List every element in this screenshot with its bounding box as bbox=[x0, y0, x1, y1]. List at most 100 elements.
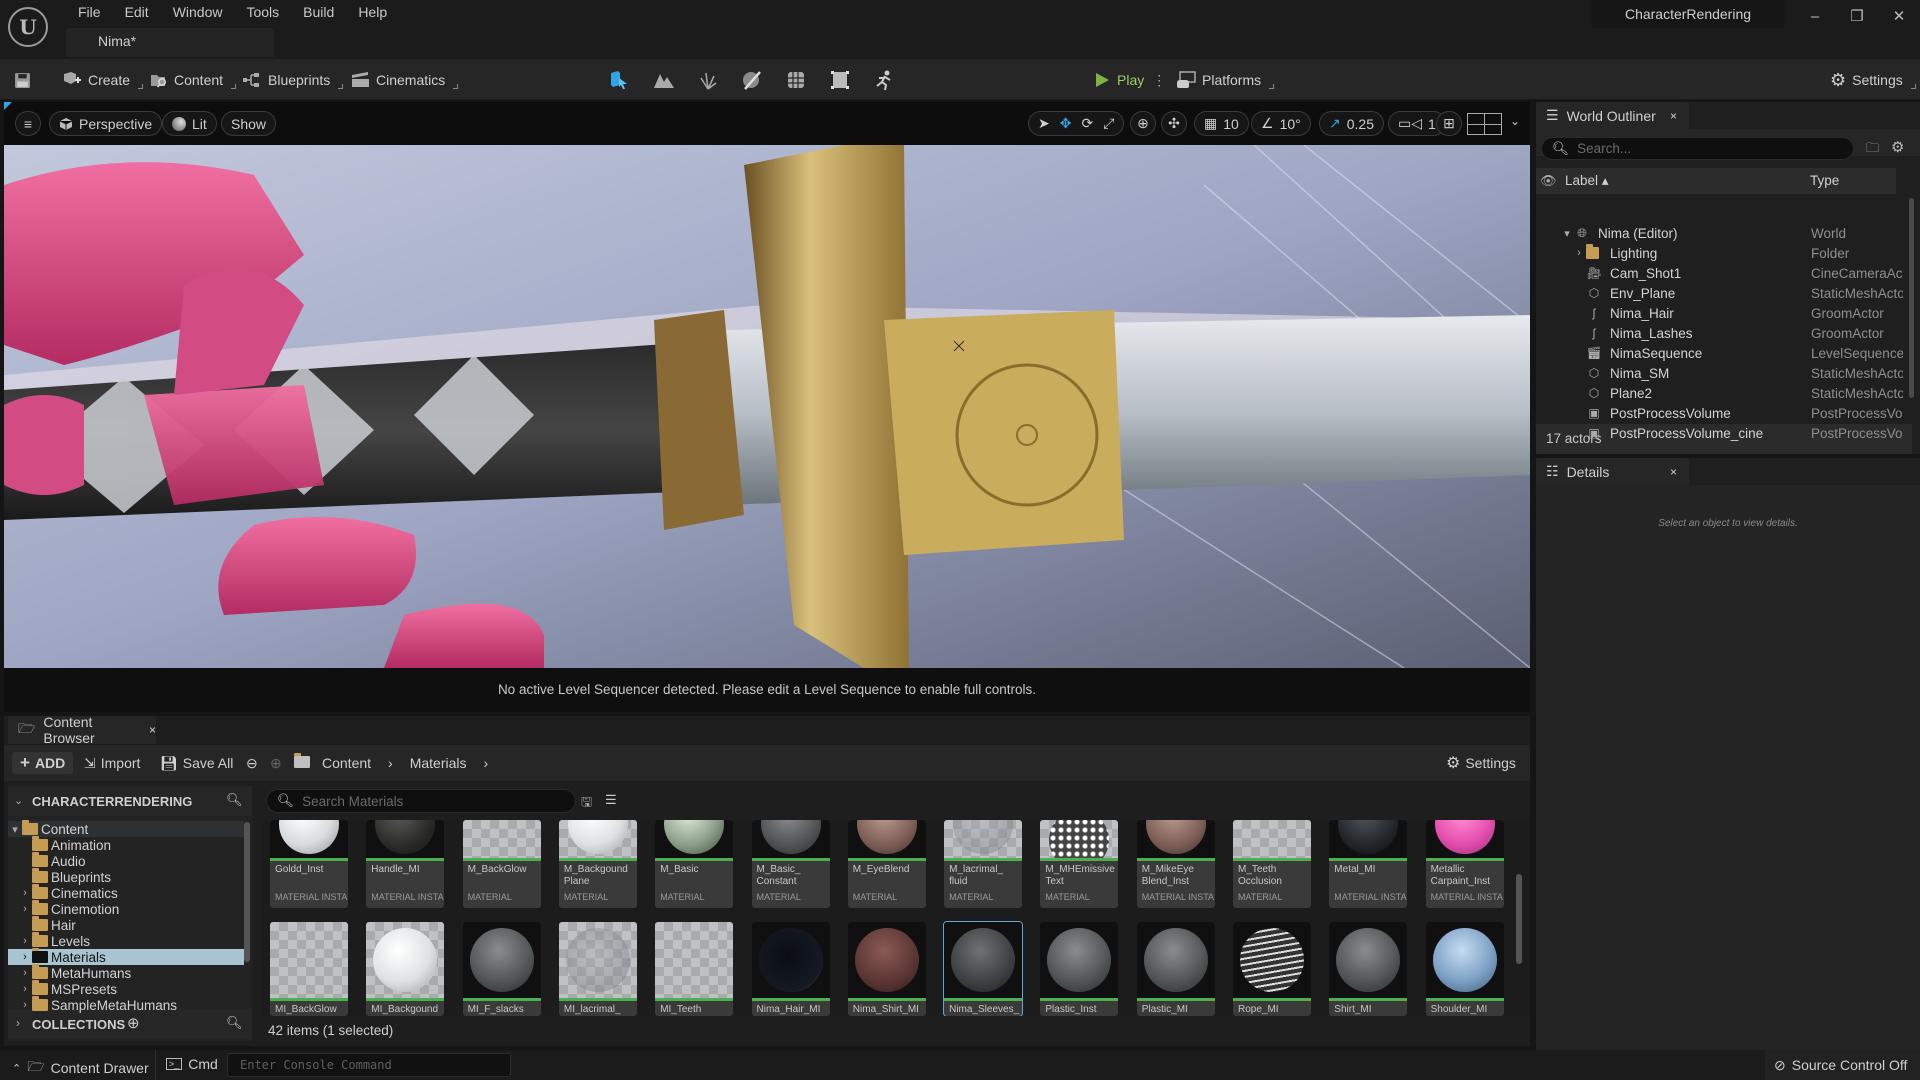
folder-tree-item[interactable]: › Levels bbox=[8, 932, 244, 949]
folder-tree-item[interactable]: Hair bbox=[8, 916, 244, 933]
breadcrumb-content[interactable]: Content bbox=[322, 755, 371, 771]
asset-tile[interactable]: M_BackGlow MATERIAL bbox=[462, 820, 541, 908]
folder-tree-item[interactable]: › MSPresets bbox=[8, 980, 244, 997]
expand-arrow-icon[interactable]: › bbox=[18, 887, 32, 899]
asset-tile[interactable]: MI_F_slacks bbox=[462, 922, 541, 1016]
folder-tree-item[interactable]: › MetaHumans bbox=[8, 964, 244, 981]
asset-tile[interactable]: M_Basic_ Constant MATERIAL bbox=[751, 820, 830, 908]
asset-tile[interactable]: Plastic_Inst bbox=[1040, 922, 1119, 1016]
outliner-scrollbar[interactable] bbox=[1909, 198, 1914, 398]
asset-grid-scrollbar[interactable] bbox=[1516, 874, 1522, 964]
menu-build[interactable]: Build bbox=[291, 3, 346, 21]
asset-tile[interactable]: Rope_MI bbox=[1233, 922, 1311, 1016]
asset-tile[interactable]: Shirt_MI bbox=[1329, 922, 1408, 1016]
level-tab[interactable]: Nima* bbox=[66, 28, 274, 57]
add-folder-icon[interactable]: 🗀 bbox=[1866, 139, 1879, 161]
folder-tree-item[interactable]: ▾ Content bbox=[8, 820, 244, 837]
play-options-icon[interactable]: ⋮ bbox=[1152, 72, 1166, 89]
outliner-row[interactable]: 🎬︎ NimaSequence LevelSequenceActor bbox=[1536, 343, 1906, 363]
show-button[interactable]: Show bbox=[221, 111, 277, 136]
animation-mode-icon[interactable] bbox=[873, 69, 895, 91]
outliner-row[interactable]: ▣ PostProcessVolume_cine PostProcessVolume bbox=[1536, 423, 1906, 443]
select-mode-icon[interactable] bbox=[608, 69, 630, 91]
asset-tile[interactable]: Goldd_Inst MATERIAL INSTA bbox=[270, 820, 348, 908]
menu-tools[interactable]: Tools bbox=[234, 3, 291, 21]
outliner-row[interactable]: ʃ Nima_Hair GroomActor bbox=[1536, 303, 1906, 323]
close-content-browser-icon[interactable]: × bbox=[149, 723, 156, 737]
asset-tile[interactable]: Plastic_MI bbox=[1136, 922, 1215, 1016]
close-outliner-icon[interactable]: × bbox=[1670, 109, 1677, 123]
viewport-menu-button[interactable]: ≡ bbox=[15, 111, 41, 136]
grid-snap-button[interactable]: ▦ 10 bbox=[1194, 111, 1249, 136]
translate-tool-icon[interactable]: ✥ bbox=[1060, 115, 1072, 132]
asset-tile[interactable]: M_MikeEye Blend_Inst MATERIAL INSTA bbox=[1136, 820, 1215, 908]
landscape-mode-icon[interactable] bbox=[653, 69, 675, 91]
import-button[interactable]: ⇲ Import bbox=[84, 752, 140, 774]
folder-tree-item[interactable]: Animation bbox=[8, 836, 244, 853]
history-back-button[interactable]: ⊖ bbox=[246, 752, 258, 774]
lit-button[interactable]: Lit bbox=[162, 111, 217, 136]
asset-tile[interactable]: M_Teeth Occlusion MATERIAL bbox=[1233, 820, 1311, 908]
asset-tile[interactable]: Handle_MI MATERIAL INSTA bbox=[366, 820, 445, 908]
breadcrumb-separator-icon[interactable]: › bbox=[484, 755, 489, 771]
folder-tree-item[interactable]: › Materials bbox=[8, 948, 244, 965]
close-button[interactable]: ✕ bbox=[1884, 6, 1914, 28]
menu-help[interactable]: Help bbox=[346, 3, 399, 21]
source-control-button[interactable]: ⊘ Source Control Off bbox=[1765, 1050, 1920, 1080]
surface-snap-toggle[interactable]: ✣ bbox=[1161, 111, 1187, 136]
folder-tree-item[interactable]: › Cinematics bbox=[8, 884, 244, 901]
outliner-settings-icon[interactable]: ⚙ bbox=[1891, 138, 1904, 156]
menu-file[interactable]: File bbox=[66, 3, 113, 21]
asset-tile[interactable]: M_Backgound Plane MATERIAL bbox=[558, 820, 637, 908]
search-sources-icon[interactable]: 🔍︎ bbox=[226, 792, 243, 808]
brush-edit-mode-icon[interactable] bbox=[829, 69, 851, 91]
asset-tile[interactable]: MI_lacrimal_ bbox=[558, 922, 637, 1016]
label-column-header[interactable]: Label ▴ bbox=[1565, 173, 1609, 189]
expand-arrow-icon[interactable]: › bbox=[18, 983, 32, 995]
outliner-search-input[interactable]: 🔍︎ Search... bbox=[1541, 137, 1854, 160]
cmd-button[interactable]: >_ Cmd bbox=[166, 1056, 218, 1072]
content-drawer-button[interactable]: ⌃ 🗁 Content Drawer bbox=[12, 1056, 149, 1080]
outliner-row[interactable]: › Lighting Folder bbox=[1536, 243, 1906, 263]
details-tab[interactable]: ☷ Details × bbox=[1536, 458, 1689, 485]
asset-tile[interactable]: Metallic Carpaint_Inst MATERIAL INSTA bbox=[1425, 820, 1504, 908]
history-forward-button[interactable]: ⊕ bbox=[270, 752, 282, 774]
mesh-paint-mode-icon[interactable] bbox=[741, 69, 763, 91]
asset-tile[interactable]: Metal_MI MATERIAL INSTA bbox=[1329, 820, 1408, 908]
world-outliner-tab[interactable]: ☰ World Outliner × bbox=[1536, 102, 1689, 129]
breadcrumb-materials[interactable]: Materials bbox=[410, 755, 467, 771]
add-button[interactable]: + ADD bbox=[12, 752, 74, 774]
outliner-row[interactable]: ▣ PostProcessVolume PostProcessVolume bbox=[1536, 403, 1906, 423]
asset-tile[interactable]: MI_Teeth bbox=[655, 922, 734, 1016]
filter-icon[interactable]: ☰ bbox=[605, 792, 617, 808]
close-details-icon[interactable]: × bbox=[1670, 465, 1677, 479]
viewport-split-icon[interactable] bbox=[1467, 113, 1502, 135]
content-button[interactable]: Content bbox=[150, 67, 237, 93]
perspective-button[interactable]: Perspective bbox=[49, 111, 163, 136]
folder-tree-item[interactable]: › SampleMetaHumans bbox=[8, 996, 244, 1013]
create-button[interactable]: Create bbox=[62, 67, 144, 93]
unreal-logo-icon[interactable]: U bbox=[8, 7, 48, 47]
menu-edit[interactable]: Edit bbox=[113, 3, 161, 21]
content-browser-tab[interactable]: 🗁 Content Browser × bbox=[8, 714, 156, 746]
expand-arrow-icon[interactable]: ▾ bbox=[1560, 227, 1574, 240]
asset-tile[interactable]: Nima_Hair_MI bbox=[751, 922, 830, 1016]
asset-tile[interactable]: M_MHEmissive Text MATERIAL bbox=[1040, 820, 1119, 908]
outliner-row[interactable]: ⬡ Nima_SM StaticMeshActor bbox=[1536, 363, 1906, 383]
expand-arrow-icon[interactable]: › bbox=[1572, 247, 1586, 259]
menu-window[interactable]: Window bbox=[161, 3, 235, 21]
scale-tool-icon[interactable]: ⤢ bbox=[1103, 115, 1114, 132]
outliner-row[interactable]: 🎥︎ Cam_Shot1 CineCameraActor bbox=[1536, 263, 1906, 283]
expand-arrow-icon[interactable]: ▾ bbox=[8, 823, 22, 836]
expand-arrow-icon[interactable]: › bbox=[18, 935, 32, 947]
outliner-row[interactable]: ▾ 🌐︎ Nima (Editor) World bbox=[1536, 223, 1906, 243]
folder-tree-item[interactable]: Audio bbox=[8, 852, 244, 869]
settings-button[interactable]: ⚙ Settings bbox=[1830, 67, 1916, 93]
viewport-layout-button[interactable]: ⊞ bbox=[1436, 111, 1462, 136]
collections-header[interactable]: › COLLECTIONS ⊕ 🔍︎ bbox=[8, 1009, 252, 1039]
visibility-eye-icon[interactable]: 👁︎ bbox=[1540, 173, 1557, 189]
world-local-toggle[interactable]: ⊕ bbox=[1130, 111, 1156, 136]
outliner-row[interactable]: ⬡ Env_Plane StaticMeshActor bbox=[1536, 283, 1906, 303]
console-command-input[interactable]: Enter Console Command bbox=[227, 1053, 511, 1077]
select-tool-icon[interactable]: ➤ bbox=[1038, 115, 1050, 132]
